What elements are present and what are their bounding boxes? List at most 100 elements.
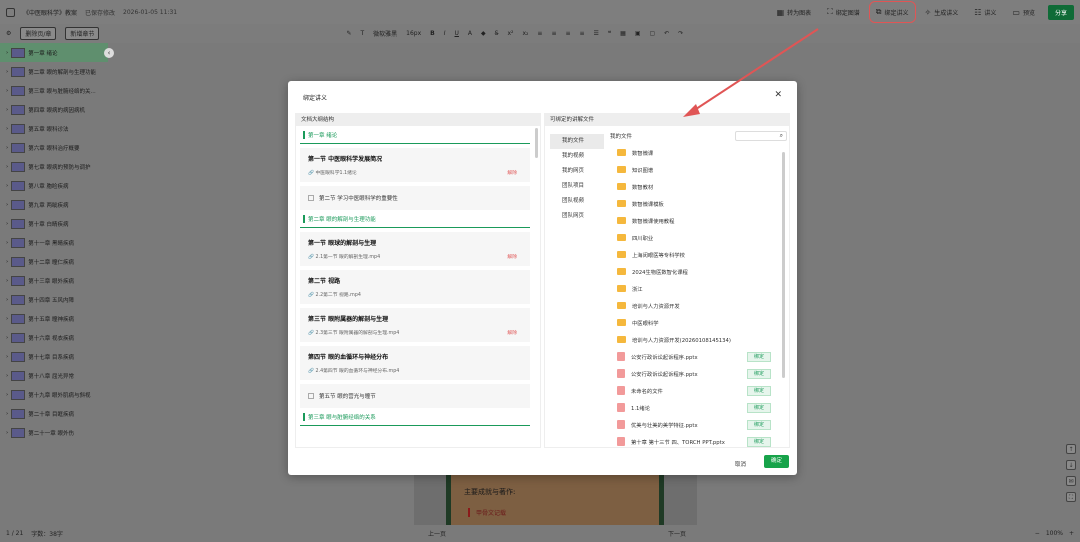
file-row[interactable]: 优美与壮美的美学特征.pptx 绑定 — [607, 416, 787, 433]
bold-icon[interactable]: B — [430, 30, 435, 37]
next-page-button[interactable]: 下一页 — [668, 529, 686, 538]
file-row[interactable]: 1.1绪论 绑定 — [607, 399, 787, 416]
list-icon[interactable]: ☰ — [594, 30, 599, 37]
new-chapter-button[interactable]: 新增章节 — [65, 27, 100, 40]
comment-icon[interactable]: ▢ — [650, 30, 656, 37]
outline-section[interactable]: 第二节 学习中医眼科学的重要性 — [300, 186, 530, 210]
file-row[interactable]: 第十章 第十三节 四、TORCH PPT.pptx 绑定 — [607, 433, 787, 450]
file-row[interactable]: 四川职业 — [607, 229, 787, 246]
files-scrollbar[interactable] — [782, 152, 785, 378]
file-row[interactable]: 2024生物医数智化课程 — [607, 263, 787, 280]
expand-arrow-icon[interactable]: › — [6, 202, 8, 208]
expand-arrow-icon[interactable]: › — [6, 164, 8, 170]
sidebar-item[interactable]: › 第十二章 瞳仁疾病 — [0, 252, 108, 271]
sidebar-item[interactable]: › 第二十一章 眼外伤 — [0, 423, 108, 442]
collapse-sidebar-icon[interactable]: ‹ — [104, 48, 114, 58]
file-source-tab[interactable]: 团队项目 — [550, 179, 604, 194]
justify-icon[interactable]: ≡ — [580, 30, 585, 37]
sidebar-item[interactable]: › 第十三章 眼外疾病 — [0, 271, 108, 290]
sidebar-item[interactable]: › 第十八章 屈光异常 — [0, 366, 108, 385]
file-row[interactable]: 数智微课 — [607, 144, 787, 161]
expand-arrow-icon[interactable]: › — [6, 354, 8, 360]
expand-arrow-icon[interactable]: › — [6, 392, 8, 398]
slide-subheading[interactable]: 甲骨文记载 — [468, 508, 506, 517]
unbind-button[interactable]: 解除 — [507, 169, 517, 176]
sidebar-item[interactable]: › 第二十章 目眶疾病 — [0, 404, 108, 423]
image-icon[interactable]: ▣ — [635, 30, 641, 37]
outline-section[interactable]: 第一节 中医眼科学发展简况 🔗 中医眼科学1.1绪论 解除 — [300, 148, 530, 182]
font-select[interactable]: 微软雅黑 — [373, 29, 397, 38]
expand-arrow-icon[interactable]: › — [6, 107, 8, 113]
expand-arrow-icon[interactable]: › — [6, 259, 8, 265]
file-row[interactable]: 数智微课模板 — [607, 195, 787, 212]
file-row[interactable]: 培训与人力资源开发 — [607, 297, 787, 314]
underline-icon[interactable]: U — [455, 30, 459, 37]
align-left-icon[interactable]: ≡ — [537, 30, 542, 37]
settings-icon[interactable]: ⚙ — [6, 30, 11, 37]
expand-arrow-icon[interactable]: › — [6, 373, 8, 379]
outline-section[interactable]: 第三节 眼附属器的解剖与生理 🔗 2.3第三节 眼附属器的解剖与生理.mp4 解除 — [300, 308, 530, 342]
bind-button[interactable]: 绑定 — [747, 402, 771, 413]
expand-arrow-icon[interactable]: › — [6, 69, 8, 75]
file-row[interactable]: 公安行政诉讼起诉程序.pptx 绑定 — [607, 365, 787, 382]
preview-button[interactable]: ▭ 预览 — [1009, 6, 1038, 19]
file-source-tab[interactable]: 团队网页 — [550, 209, 604, 224]
align-right-icon[interactable]: ≡ — [565, 30, 570, 37]
scroll-bottom-icon[interactable]: ↓ — [1066, 460, 1076, 470]
undo-icon[interactable]: ↶ — [664, 30, 669, 37]
unbind-button[interactable]: 解除 — [507, 253, 517, 260]
highlight-icon[interactable]: ◆ — [481, 30, 486, 37]
sidebar-item[interactable]: › 第四章 眼病的病因病机 — [0, 100, 108, 119]
file-row[interactable]: 知识图谱 — [607, 161, 787, 178]
bind-button[interactable]: 绑定 — [747, 368, 771, 379]
file-source-tab[interactable]: 我的视频 — [550, 149, 604, 164]
bind-button[interactable]: 绑定 — [747, 351, 771, 362]
file-source-tab[interactable]: 团队视频 — [550, 194, 604, 209]
bind-graph-button[interactable]: ⛶ 绑定图谱 — [824, 5, 863, 19]
outline-section[interactable]: 第一节 眼球的解剖与生理 🔗 2.1第一节 眼的解剖生理.mp4 解除 — [300, 232, 530, 266]
section-checkbox[interactable] — [308, 195, 314, 201]
prev-page-button[interactable]: 上一页 — [428, 529, 446, 538]
sidebar-item[interactable]: › 第五章 眼科诊法 — [0, 119, 108, 138]
close-icon[interactable]: ✕ — [774, 90, 782, 100]
sidebar-item[interactable]: › 第十七章 目系疾病 — [0, 347, 108, 366]
confirm-button[interactable]: 确定 — [764, 455, 789, 468]
expand-arrow-icon[interactable]: › — [6, 126, 8, 132]
file-search-input[interactable]: ⌕ — [735, 131, 787, 141]
slide-heading[interactable]: 主要成就与著作: — [464, 487, 515, 497]
text-icon[interactable]: T — [360, 30, 364, 37]
brush-icon[interactable]: ✎ — [346, 30, 351, 37]
expand-arrow-icon[interactable]: › — [6, 297, 8, 303]
outline-section[interactable]: 第四节 眼的血循环与神经分布 🔗 2.4第四节 眼的血循环与神经分布.mp4 — [300, 346, 530, 380]
superscript-icon[interactable]: x² — [507, 30, 513, 37]
file-row[interactable]: 公安行政诉讼起诉程序.pptx 绑定 — [607, 348, 787, 365]
file-row[interactable]: 中医眼科学 — [607, 314, 787, 331]
document-title[interactable]: 《中医眼科学》教案 — [23, 8, 77, 17]
sidebar-item[interactable]: › 第三章 眼与脏腑经络的关... — [0, 81, 108, 100]
file-row[interactable]: 数智教材 — [607, 178, 787, 195]
zoom-out-icon[interactable]: − — [1035, 530, 1040, 537]
sidebar-item[interactable]: › 第九章 两眦疾病 — [0, 195, 108, 214]
delete-page-button[interactable]: 删除页/章 — [20, 27, 57, 40]
bind-button[interactable]: 绑定 — [747, 385, 771, 396]
expand-arrow-icon[interactable]: › — [6, 335, 8, 341]
expand-arrow-icon[interactable]: › — [6, 88, 8, 94]
font-size-select[interactable]: 16px — [406, 30, 421, 37]
unbind-button[interactable]: 解除 — [507, 329, 517, 336]
menu-icon[interactable] — [6, 7, 15, 17]
outline-scrollbar[interactable] — [535, 128, 538, 158]
file-row[interactable]: 浙江 — [607, 280, 787, 297]
expand-arrow-icon[interactable]: › — [6, 316, 8, 322]
strikethrough-icon[interactable]: S̶ — [495, 30, 499, 37]
expand-arrow-icon[interactable]: › — [6, 411, 8, 417]
redo-icon[interactable]: ↷ — [678, 30, 683, 37]
expand-arrow-icon[interactable]: › — [6, 50, 8, 56]
convert-chart-button[interactable]: ▦ 转为图表 — [774, 6, 815, 19]
bind-button[interactable]: 绑定 — [747, 436, 771, 447]
expand-arrow-icon[interactable]: › — [6, 240, 8, 246]
zoom-level[interactable]: 100% — [1046, 530, 1063, 537]
sidebar-item[interactable]: › 第六章 眼科治疗概要 — [0, 138, 108, 157]
handout-button[interactable]: ☷ 讲义 — [971, 6, 999, 19]
sidebar-item[interactable]: › 第七章 眼病的预防与调护 — [0, 157, 108, 176]
section-checkbox[interactable] — [308, 393, 314, 399]
